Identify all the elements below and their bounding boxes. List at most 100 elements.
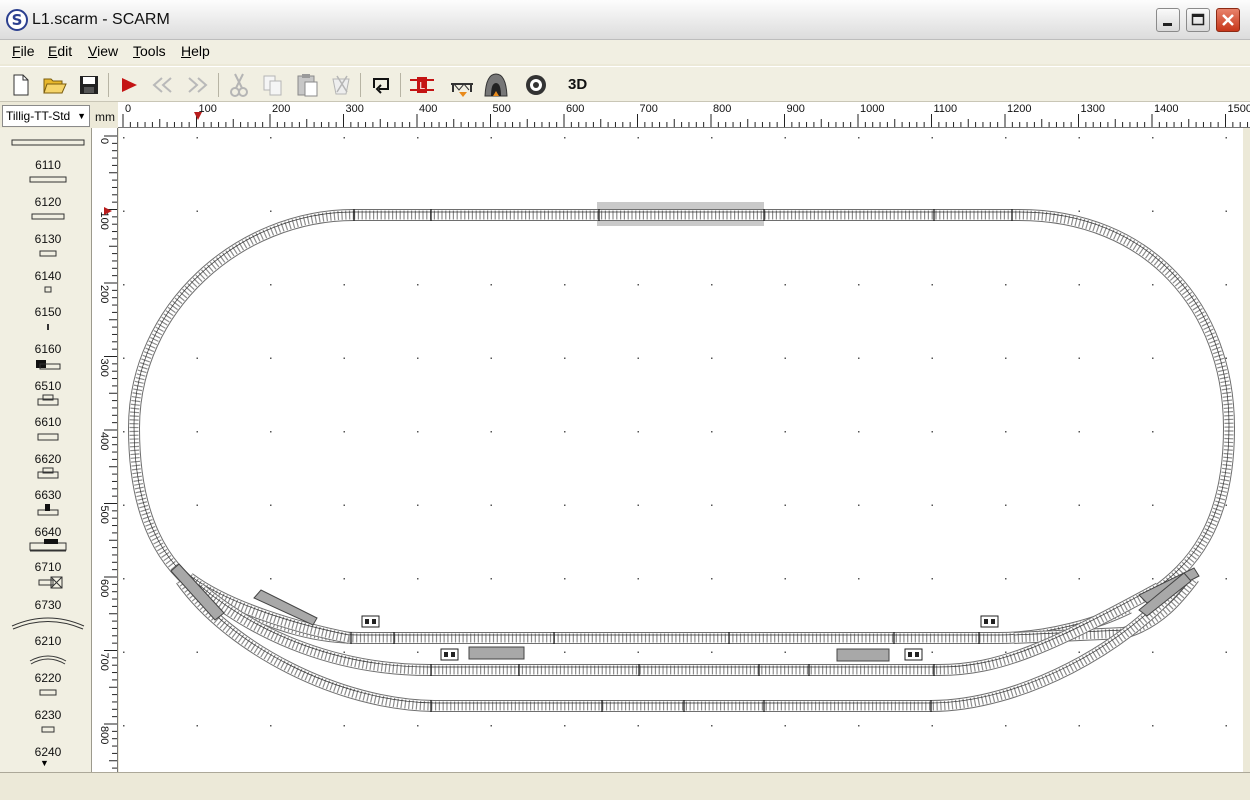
straight-track-icon — [29, 176, 67, 183]
tunnel-button[interactable] — [483, 72, 509, 98]
paste-icon — [297, 74, 318, 97]
feeder-track-icon — [37, 504, 59, 516]
new-file-button[interactable] — [8, 72, 34, 98]
save-button[interactable] — [76, 72, 102, 98]
step-forward-button[interactable] — [184, 72, 210, 98]
new-file-icon — [13, 74, 29, 96]
ruler-tick-label: 1400 — [1154, 103, 1178, 115]
palette-item-6110[interactable]: 6110 — [0, 136, 91, 172]
loop-button[interactable] — [368, 72, 394, 98]
step-back-button[interactable] — [150, 72, 176, 98]
ruler-tick-label: 1100 — [934, 103, 958, 115]
palette-item-6640[interactable]: 6640 — [0, 503, 91, 539]
tunnel-icon — [484, 73, 508, 97]
palette-item-6150[interactable]: 6150 — [0, 283, 91, 319]
menu-help[interactable]: Help — [181, 43, 210, 59]
palette-item-6630[interactable]: 6630 — [0, 466, 91, 502]
bridge-button[interactable] — [449, 72, 475, 98]
track-reel-icon — [526, 75, 546, 95]
palette-item-6610[interactable]: 6610 — [0, 393, 91, 429]
toolbar-separator — [400, 73, 401, 97]
maximize-icon — [1191, 13, 1205, 26]
bridge-icon — [451, 83, 473, 97]
palette-item-6130[interactable]: 6130 — [0, 210, 91, 246]
ruler-tick-label: 200 — [98, 285, 110, 303]
curved-track-icon — [29, 655, 67, 665]
ruler-tick-label: 800 — [98, 726, 110, 744]
straight-track-icon — [31, 213, 65, 220]
cut-icon — [230, 73, 248, 97]
ruler-tick-label: 1500 — [1228, 103, 1250, 115]
scroll-down-icon[interactable]: ▼ — [40, 758, 49, 768]
save-icon — [80, 76, 98, 94]
maximize-button[interactable] — [1186, 8, 1210, 32]
track-palette: 6110 6120 6130 6140 6150 6160 6510 6610 … — [0, 128, 92, 772]
status-bar — [0, 772, 1250, 800]
straight-track-icon — [47, 324, 49, 330]
library-select[interactable]: Tillig-TT-Std ▼ — [2, 105, 90, 127]
palette-item-6230[interactable]: 6230 — [0, 686, 91, 722]
cut-button[interactable] — [226, 72, 252, 98]
close-button[interactable] — [1216, 8, 1240, 32]
vertical-scrollbar[interactable] — [1243, 128, 1250, 772]
ruler-tick-label: 300 — [98, 359, 110, 377]
turnout-motor — [468, 646, 525, 660]
track-plan — [127, 209, 1236, 712]
paste-button[interactable] — [294, 72, 320, 98]
palette-item-6510[interactable]: 6510 — [0, 357, 91, 393]
svg-text:L: L — [419, 81, 425, 92]
ruler-tick-label: 0 — [98, 138, 110, 144]
open-button[interactable] — [42, 72, 68, 98]
ruler-marker-icon — [194, 112, 202, 120]
ruler-tick-label: 500 — [493, 103, 511, 115]
ruler-tick-label: 700 — [98, 653, 110, 671]
palette-item-6240[interactable]: 6240 — [0, 723, 91, 759]
uncoupler-icon — [37, 467, 59, 479]
delete-button[interactable] — [328, 72, 354, 98]
palette-item-6620[interactable]: 6620 — [0, 430, 91, 466]
menu-file[interactable]: File — [12, 43, 35, 59]
straight-track-icon — [37, 433, 59, 441]
palette-item-6220[interactable]: 6220 — [0, 649, 91, 685]
ruler-tick-label: 600 — [98, 579, 110, 597]
red-marker-button[interactable]: L — [408, 72, 434, 98]
ruler-tick-label: 200 — [272, 103, 290, 115]
menu-edit[interactable]: Edit — [48, 43, 72, 59]
palette-item-6160[interactable]: 6160 — [0, 320, 91, 356]
unit-label: mm — [95, 110, 115, 124]
track-rail-bed — [127, 209, 355, 599]
straight-track-icon — [44, 286, 52, 293]
menu-bar: File Edit View Tools Help — [0, 40, 1250, 64]
window-title: L1.scarm - SCARM — [32, 11, 170, 28]
ruler-tick-label: 300 — [346, 103, 364, 115]
palette-item-6210[interactable]: 6210 — [0, 612, 91, 648]
curved-track-icon — [11, 617, 85, 630]
step-forward-icon — [188, 77, 208, 93]
play-button[interactable] — [116, 72, 142, 98]
open-folder-icon — [43, 78, 67, 94]
signal-icon — [361, 615, 380, 628]
toolbar-separator — [108, 73, 109, 97]
layout-canvas[interactable] — [119, 128, 1243, 772]
menu-tools[interactable]: Tools — [133, 43, 166, 59]
track-ties — [129, 210, 355, 597]
ruler-tick-label: 600 — [566, 103, 584, 115]
track-reel-button[interactable] — [523, 72, 549, 98]
track-marker-icon: L — [410, 77, 434, 93]
vertical-ruler-scale: 0100200300400500600700800 — [98, 135, 117, 769]
palette-item-6140[interactable]: 6140 — [0, 247, 91, 283]
3d-view-button[interactable]: 3D — [568, 76, 587, 93]
track-ties — [354, 210, 1234, 597]
menu-view[interactable]: View — [88, 43, 118, 59]
crossing-box-icon — [38, 576, 63, 589]
palette-item-6120[interactable]: 6120 — [0, 173, 91, 209]
copy-button[interactable] — [260, 72, 286, 98]
step-back-icon — [152, 77, 172, 93]
palette-item-6710[interactable]: 6710 — [0, 538, 91, 574]
palette-item-6730[interactable]: 6730 — [0, 576, 91, 612]
minimize-button[interactable] — [1156, 8, 1180, 32]
chevron-down-icon: ▼ — [77, 111, 86, 121]
close-icon — [1222, 14, 1234, 26]
minimize-icon — [1163, 23, 1172, 26]
buffer-stop-icon — [36, 360, 61, 370]
